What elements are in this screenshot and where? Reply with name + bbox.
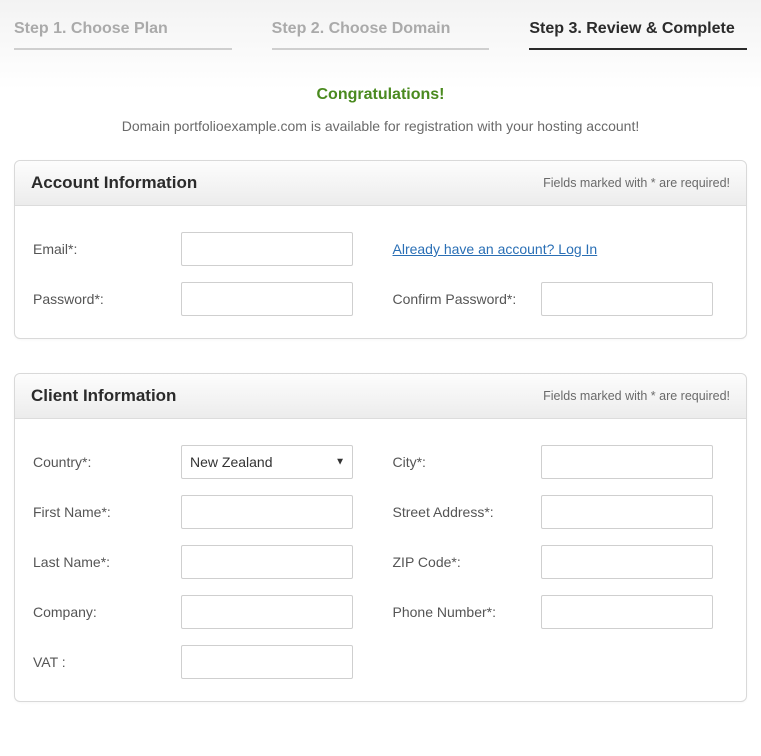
- step-choose-plan[interactable]: Step 1. Choose Plan: [14, 12, 232, 50]
- street-label: Street Address*:: [393, 504, 541, 520]
- company-label: Company:: [33, 604, 181, 620]
- lastname-label: Last Name*:: [33, 554, 181, 570]
- email-label: Email*:: [33, 241, 181, 257]
- page-wrap: Step 1. Choose Plan Step 2. Choose Domai…: [0, 0, 761, 756]
- zip-input[interactable]: [541, 545, 713, 579]
- city-input[interactable]: [541, 445, 713, 479]
- required-note: Fields marked with * are required!: [543, 389, 730, 403]
- account-card-title: Account Information: [31, 173, 197, 193]
- email-input[interactable]: [181, 232, 353, 266]
- country-label: Country*:: [33, 454, 181, 470]
- password-input[interactable]: [181, 282, 353, 316]
- lastname-input[interactable]: [181, 545, 353, 579]
- vat-input[interactable]: [181, 645, 353, 679]
- zip-label: ZIP Code*:: [393, 554, 541, 570]
- domain-availability-msg: Domain portfolioexample.com is available…: [14, 118, 747, 134]
- street-input[interactable]: [541, 495, 713, 529]
- account-card-body: Email*: Already have an account? Log In …: [15, 206, 746, 338]
- congrats-heading: Congratulations!: [14, 86, 747, 104]
- client-info-card: Client Information Fields marked with * …: [14, 373, 747, 702]
- firstname-input[interactable]: [181, 495, 353, 529]
- city-label: City*:: [393, 454, 541, 470]
- account-card-header: Account Information Fields marked with *…: [15, 161, 746, 206]
- client-card-header: Client Information Fields marked with * …: [15, 374, 746, 419]
- login-link[interactable]: Already have an account? Log In: [393, 241, 598, 257]
- phone-label: Phone Number*:: [393, 604, 541, 620]
- country-select[interactable]: New Zealand: [181, 445, 353, 479]
- step-review-complete[interactable]: Step 3. Review & Complete: [529, 12, 747, 50]
- client-card-body: Country*: New Zealand ▼ City*: First Nam…: [15, 419, 746, 701]
- vat-label: VAT :: [33, 654, 181, 670]
- step-choose-domain[interactable]: Step 2. Choose Domain: [272, 12, 490, 50]
- required-note: Fields marked with * are required!: [543, 176, 730, 190]
- account-info-card: Account Information Fields marked with *…: [14, 160, 747, 339]
- confirm-password-input[interactable]: [541, 282, 713, 316]
- company-input[interactable]: [181, 595, 353, 629]
- firstname-label: First Name*:: [33, 504, 181, 520]
- phone-input[interactable]: [541, 595, 713, 629]
- confirm-password-label: Confirm Password*:: [393, 291, 541, 307]
- client-card-title: Client Information: [31, 386, 176, 406]
- step-nav: Step 1. Choose Plan Step 2. Choose Domai…: [14, 0, 747, 50]
- password-label: Password*:: [33, 291, 181, 307]
